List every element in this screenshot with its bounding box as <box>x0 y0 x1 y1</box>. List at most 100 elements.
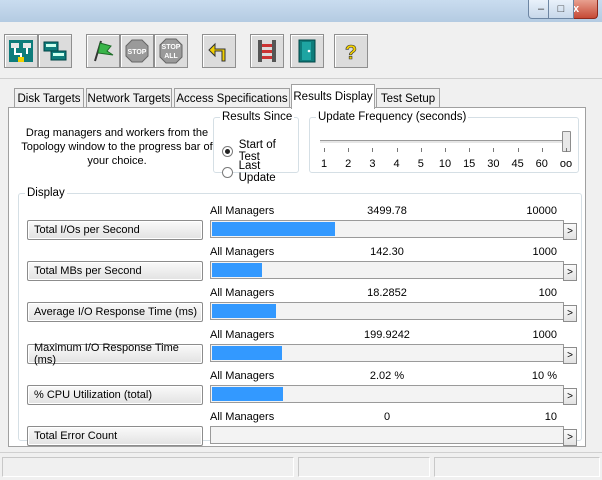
metric-select-button[interactable]: Total I/Os per Second <box>27 220 203 240</box>
toolbar: STOP STOP ALL ? <box>0 22 602 79</box>
slider-tick <box>348 148 350 152</box>
title-bar: – □ x <box>0 0 602 23</box>
slider-tick-label: 45 <box>511 158 524 170</box>
svg-text:?: ? <box>345 42 357 64</box>
svg-text:ALL: ALL <box>164 53 178 60</box>
metric-value: 199.9242 <box>364 328 410 341</box>
expand-arrow-button[interactable]: > <box>563 223 577 240</box>
tab-strip: Disk Targets Network Targets Access Spec… <box>0 84 602 109</box>
tab-access-specifications[interactable]: Access Specifications <box>174 88 290 108</box>
network-button[interactable] <box>38 34 72 68</box>
expand-arrow-button[interactable]: > <box>563 264 577 282</box>
status-segment <box>298 457 430 477</box>
radio-label: Last Update <box>238 160 276 184</box>
svg-text:STOP: STOP <box>128 49 147 56</box>
tab-test-setup[interactable]: Test Setup <box>376 88 440 108</box>
progress-fill <box>212 304 276 319</box>
progress-bar[interactable] <box>210 220 564 238</box>
progress-bar[interactable] <box>210 261 564 280</box>
slider-tick <box>445 148 446 152</box>
metric-value: 0 <box>383 411 391 423</box>
slider-tick-label: oo <box>559 158 573 170</box>
results-since-legend: Results Since <box>222 111 293 123</box>
start-button[interactable] <box>86 34 120 68</box>
stop-icon: STOP <box>125 39 149 63</box>
metric-select-button[interactable]: Average I/O Response Time (ms) <box>27 302 203 323</box>
topology-button[interactable] <box>4 34 38 68</box>
expand-arrow-button[interactable]: > <box>563 429 577 446</box>
metric-value: 142.30 <box>370 246 404 259</box>
results-display-panel: Drag managers and workers from the Topol… <box>8 107 586 447</box>
metric-select-button[interactable]: % CPU Utilization (total) <box>27 384 203 405</box>
display-group: Display All Managers 3499.78 10000 Total I/… <box>18 187 582 446</box>
metric-max: 1000 <box>532 246 557 259</box>
status-bar <box>0 452 602 480</box>
metric-max: 10 % <box>531 369 557 382</box>
progress-bar[interactable] <box>210 302 564 321</box>
metric-select-button[interactable]: Total Error Count <box>27 426 203 446</box>
slider-tick-label: 60 <box>535 158 548 170</box>
slider-tick <box>469 148 471 152</box>
slider-tick-label: 4 <box>393 158 400 170</box>
slider-tick <box>493 148 495 152</box>
tab-results-display[interactable]: Results Display <box>291 84 375 109</box>
tab-network-targets[interactable]: Network Targets <box>86 88 172 108</box>
tab-disk-targets[interactable]: Disk Targets <box>14 88 84 108</box>
workers-button[interactable] <box>250 34 284 68</box>
metric-value: 2.02 % <box>369 369 405 382</box>
slider-tick <box>396 148 398 152</box>
expand-arrow-button[interactable]: > <box>563 346 577 364</box>
progress-bar[interactable] <box>210 384 564 403</box>
slider-tick <box>541 148 543 152</box>
stop-all-icon: STOP ALL <box>159 38 183 64</box>
radio-indicator <box>222 145 233 157</box>
metric-select-button[interactable]: Maximum I/O Response Time (ms) <box>27 342 203 366</box>
instructions-text: Drag managers and workers from the Topol… <box>21 127 213 167</box>
help-icon: ? <box>345 42 358 65</box>
progress-bar[interactable] <box>210 343 564 362</box>
progress-fill <box>212 386 283 401</box>
maximize-button[interactable]: □ <box>548 0 574 19</box>
exit-door-icon <box>298 39 316 63</box>
manager-label: All Managers <box>210 328 275 341</box>
reset-button[interactable] <box>202 34 236 68</box>
metric-max: 10 <box>544 411 557 423</box>
exit-button[interactable] <box>290 34 324 68</box>
metric-value: 18.2852 <box>367 287 407 300</box>
slider-tick <box>420 148 422 152</box>
manager-label: All Managers <box>210 287 275 300</box>
manager-label: All Managers <box>210 246 275 259</box>
window-controls: – □ x <box>528 0 598 19</box>
expand-arrow-button[interactable]: > <box>563 305 577 323</box>
radio-indicator <box>222 166 233 178</box>
stop-button[interactable]: STOP <box>120 34 154 68</box>
slider-tick <box>517 148 519 152</box>
progress-fill <box>212 345 282 360</box>
status-segment <box>2 457 294 477</box>
results-since-group: Results Since Start of Test Last Update <box>213 111 299 184</box>
metric-max: 10000 <box>526 205 557 217</box>
manager-label: All Managers <box>210 369 275 382</box>
manager-label: All Managers <box>210 205 275 217</box>
metric-value: 3499.78 <box>367 205 407 217</box>
slider-tick <box>324 148 325 152</box>
metric-select-button[interactable]: Total MBs per Second <box>27 261 203 282</box>
update-frequency-slider[interactable] <box>320 140 568 144</box>
display-legend: Display <box>27 187 65 199</box>
network-icon <box>43 41 67 61</box>
radio-last-update[interactable]: Last Update <box>222 160 298 184</box>
slider-tick-label: 1 <box>320 158 328 170</box>
progress-fill <box>212 222 335 236</box>
status-segment <box>434 457 600 477</box>
update-frequency-group: Update Frequency (seconds) 1 2 3 4 5 10 15 30 45… <box>309 111 579 173</box>
help-button[interactable]: ? <box>334 34 368 68</box>
reset-arrow-icon <box>208 42 226 62</box>
workers-icon <box>258 40 276 62</box>
slider-tick <box>566 148 567 152</box>
expand-arrow-button[interactable]: > <box>563 387 577 405</box>
stop-all-button[interactable]: STOP ALL <box>154 34 188 68</box>
slider-tick <box>372 148 374 152</box>
progress-bar[interactable] <box>210 426 564 444</box>
metric-max: 1000 <box>532 328 557 341</box>
slider-tick-label: 10 <box>438 158 452 170</box>
